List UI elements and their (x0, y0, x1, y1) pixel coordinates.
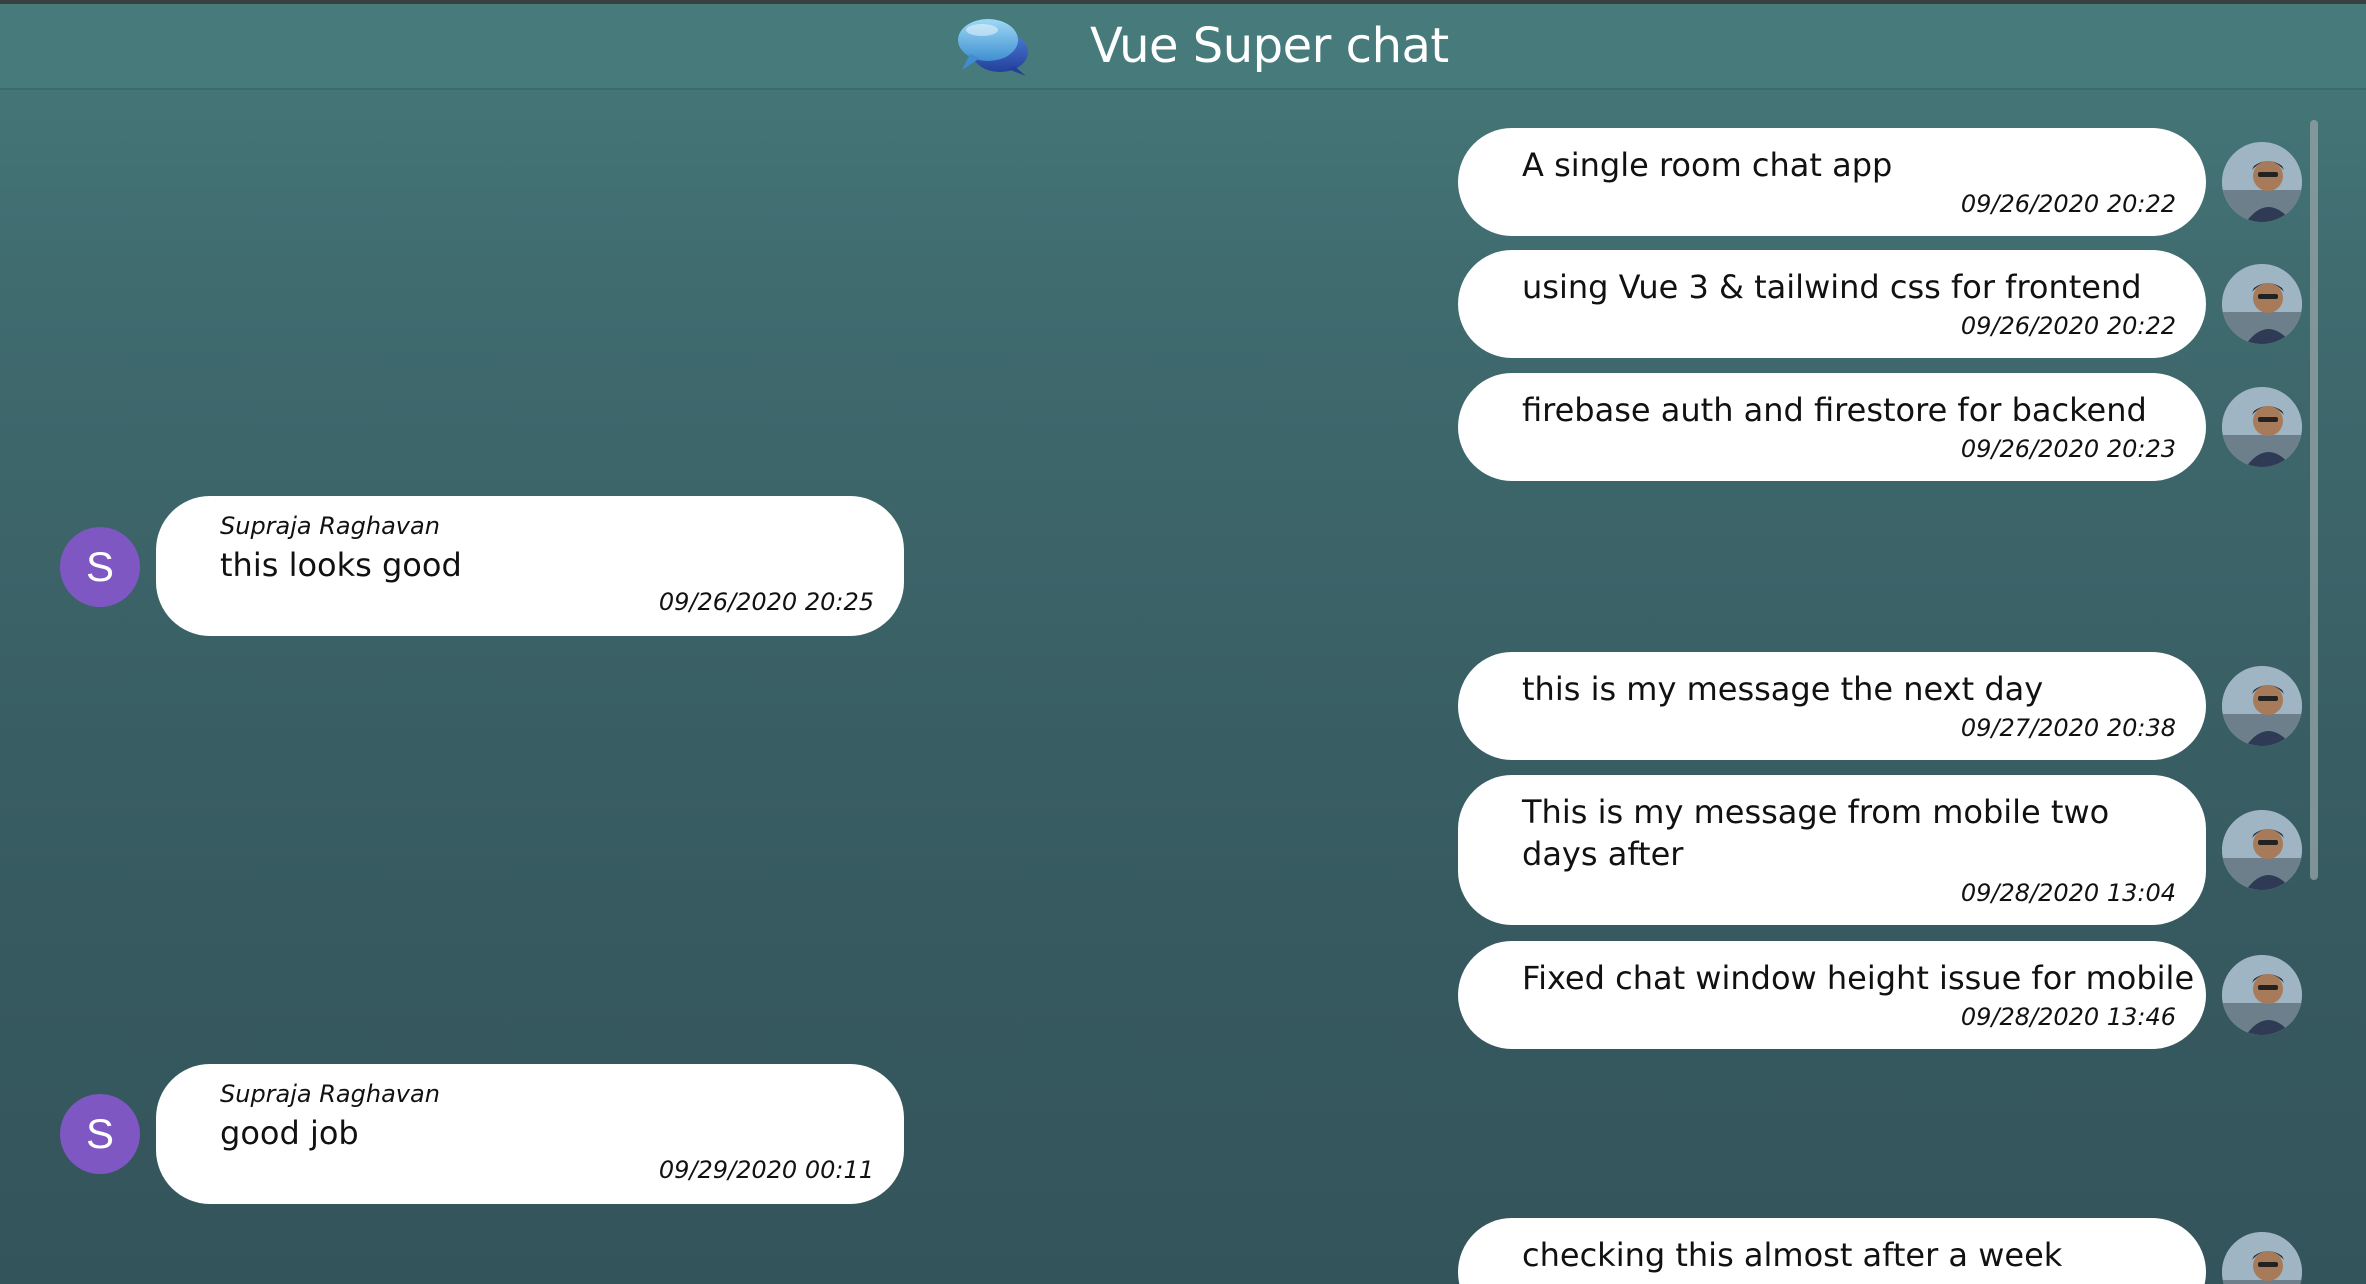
message-bubble: this is my message the next day 09/27/20… (1458, 652, 2206, 760)
message-timestamp: 09/29/2020 00:11 (658, 1156, 874, 1184)
message-text: checking this almost after a week (1522, 1236, 2063, 1274)
message-sender: Supraja Raghavan (220, 1080, 440, 1108)
chat-app: Vue Super chat A single room chat app 09… (0, 0, 2366, 1284)
message-text: this looks good (220, 546, 462, 584)
message-bubble: Supraja Raghavan this looks good 09/26/2… (156, 496, 904, 636)
scrollbar[interactable] (2310, 120, 2318, 880)
message-text: using Vue 3 & tailwind css for frontend (1522, 268, 2142, 306)
message-bubble: A single room chat app 09/26/2020 20:22 (1458, 128, 2206, 236)
message-text: firebase auth and firestore for backend (1522, 391, 2147, 429)
message-bubble: Supraja Raghavan good job 09/29/2020 00:… (156, 1064, 904, 1204)
user-photo-icon (2222, 666, 2302, 746)
message-timestamp: 09/28/2020 13:46 (1960, 1003, 2176, 1031)
user-photo-icon (2222, 142, 2302, 222)
message-bubble: using Vue 3 & tailwind css for frontend … (1458, 250, 2206, 358)
user-photo-icon (2222, 264, 2302, 344)
avatar (2222, 387, 2302, 467)
message-sender: Supraja Raghavan (220, 512, 440, 540)
message-bubble: checking this almost after a week (1458, 1218, 2206, 1284)
page-title: Vue Super chat (1090, 18, 1449, 74)
message-timestamp: 09/26/2020 20:22 (1960, 312, 2176, 340)
user-photo-icon (2222, 387, 2302, 467)
message-bubble: Fixed chat window height issue for mobil… (1458, 941, 2206, 1049)
avatar (2222, 264, 2302, 344)
message-bubble: This is my message from mobile two days … (1458, 775, 2206, 925)
message-text: this is my message the next day (1522, 670, 2044, 708)
avatar: S (60, 527, 140, 607)
avatar (2222, 1232, 2302, 1284)
message-timestamp: 09/28/2020 13:04 (1960, 879, 2176, 907)
message-text: Fixed chat window height issue for mobil… (1522, 959, 2195, 997)
message-bubble: firebase auth and firestore for backend … (1458, 373, 2206, 481)
user-photo-icon (2222, 810, 2302, 890)
message-timestamp: 09/26/2020 20:25 (658, 588, 874, 616)
app-header: Vue Super chat (0, 4, 2366, 90)
avatar (2222, 955, 2302, 1035)
message-timestamp: 09/26/2020 20:23 (1960, 435, 2176, 463)
avatar (2222, 142, 2302, 222)
message-text: good job (220, 1114, 359, 1152)
message-text: A single room chat app (1522, 146, 1893, 184)
chat-bubbles-icon (958, 19, 1028, 76)
avatar: S (60, 1094, 140, 1174)
message-timestamp: 09/27/2020 20:38 (1960, 714, 2176, 742)
user-photo-icon (2222, 1232, 2302, 1284)
user-photo-icon (2222, 955, 2302, 1035)
avatar (2222, 666, 2302, 746)
message-text: This is my message from mobile two days … (1522, 793, 2110, 873)
message-timestamp: 09/26/2020 20:22 (1960, 190, 2176, 218)
avatar (2222, 810, 2302, 890)
